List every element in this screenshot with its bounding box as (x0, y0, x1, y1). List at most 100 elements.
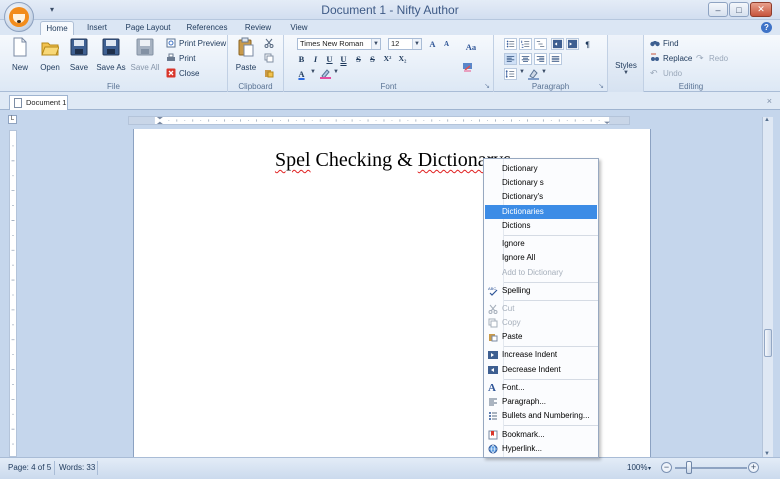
align-left-icon[interactable] (504, 53, 517, 65)
close-button[interactable]: ✕ (750, 2, 772, 17)
add-to-dictionary-item[interactable]: Add to Dictionary (485, 266, 597, 280)
horizontal-ruler[interactable] (128, 116, 630, 125)
align-center-icon[interactable] (519, 53, 532, 65)
print-preview-button[interactable]: Print Preview (166, 38, 226, 48)
chevron-down-icon[interactable]: ▾ (648, 465, 651, 472)
change-case-button[interactable]: Aa (461, 41, 481, 53)
chevron-down-icon[interactable]: ▼ (519, 69, 525, 75)
group-paragraph-label: Paragraph (531, 82, 570, 91)
suggestion-dictionarys-apostrophe[interactable]: Dictionary's (485, 190, 597, 204)
double-underline-button[interactable]: U (337, 53, 350, 65)
bullets-numbering-item[interactable]: Bullets and Numbering... (485, 409, 597, 423)
cut-icon[interactable] (264, 38, 274, 48)
open-button[interactable]: Open (36, 37, 64, 72)
minimize-button[interactable]: – (708, 2, 728, 17)
increase-indent-item[interactable]: Increase Indent (485, 348, 597, 362)
italic-button[interactable]: I (309, 53, 322, 65)
shading-icon[interactable] (527, 68, 540, 80)
print-button[interactable]: Print (166, 53, 195, 63)
shrink-font-button[interactable]: A (440, 38, 453, 50)
scrollbar-thumb[interactable] (764, 329, 772, 357)
save-button[interactable]: Save (65, 37, 93, 72)
vertical-scrollbar[interactable]: ▲ ▼ (762, 117, 773, 457)
maximize-button[interactable]: □ (729, 2, 749, 17)
save-as-button[interactable]: Save As (96, 37, 126, 72)
grow-font-button[interactable]: A (426, 38, 439, 50)
paste-item[interactable]: Paste (485, 330, 597, 344)
show-formatting-marks-icon[interactable]: ¶ (581, 38, 594, 50)
redo-button[interactable]: ↷ Redo (696, 53, 728, 63)
tab-review[interactable]: Review (242, 21, 274, 35)
increase-indent-icon[interactable] (566, 38, 579, 50)
zoom-level[interactable]: 100% (627, 463, 647, 472)
cut-item[interactable]: Cut (485, 302, 597, 316)
bookmark-label: Bookmark... (502, 430, 545, 439)
replace-button[interactable]: Replace (650, 53, 692, 63)
paragraph-item[interactable]: Paragraph... (485, 395, 597, 409)
group-font: Times New Roman ▼ 12 ▼ A A Aa B I U U S … (284, 35, 494, 92)
bullet-list-icon[interactable] (504, 38, 517, 50)
suggestion-dictionary-s[interactable]: Dictionary s (485, 176, 597, 190)
tab-references[interactable]: References (184, 21, 230, 35)
new-button[interactable]: New (6, 37, 34, 72)
bold-button[interactable]: B (295, 53, 308, 65)
undo-button[interactable]: ↶ Undo (650, 68, 682, 78)
replace-label: Replace (663, 53, 693, 63)
find-button[interactable]: Find (650, 38, 679, 48)
zoom-in-button[interactable]: + (748, 462, 759, 473)
chevron-down-icon[interactable]: ▼ (310, 69, 316, 75)
justify-icon[interactable] (549, 53, 562, 65)
ignore-all-item[interactable]: Ignore All (485, 251, 597, 265)
ignore-item[interactable]: Ignore (485, 237, 597, 251)
decrease-indent-item[interactable]: Decrease Indent (485, 363, 597, 377)
zoom-slider-thumb[interactable] (686, 461, 692, 474)
help-icon[interactable]: ? (761, 22, 772, 33)
font-color-button[interactable]: A (295, 68, 308, 80)
suggestion-dictionaries[interactable]: Dictionaries (485, 205, 597, 219)
suggestion-dictions[interactable]: Dictions (485, 219, 597, 233)
tab-insert[interactable]: Insert (80, 21, 114, 35)
app-menu-button[interactable] (4, 2, 34, 32)
numbered-list-icon[interactable] (519, 38, 532, 50)
clear-formatting-icon[interactable] (462, 62, 473, 73)
save-all-button[interactable]: Save All (130, 37, 160, 72)
font-dialog-launcher[interactable]: ↘ (484, 82, 490, 90)
zoom-out-button[interactable]: − (661, 462, 672, 473)
font-family-select[interactable]: Times New Roman ▼ (297, 38, 381, 50)
spelling-item[interactable]: ABC Spelling (485, 284, 597, 298)
font-size-select[interactable]: 12 ▼ (388, 38, 422, 50)
align-right-icon[interactable] (534, 53, 547, 65)
tab-document-1[interactable]: Document 1 (9, 95, 68, 110)
chevron-down-icon[interactable]: ▼ (333, 69, 339, 75)
copy-item[interactable]: Copy (485, 316, 597, 330)
highlight-icon[interactable] (320, 69, 331, 79)
tab-stop-selector[interactable]: L (8, 115, 17, 124)
paste-special-icon[interactable] (264, 68, 274, 78)
copy-icon[interactable] (264, 53, 274, 63)
subscript-button[interactable]: X₂ (396, 53, 409, 65)
redo-icon: ↷ (696, 53, 704, 63)
line-spacing-icon[interactable] (504, 68, 517, 80)
scroll-up-icon[interactable]: ▲ (764, 117, 770, 123)
tab-view[interactable]: View (286, 21, 312, 35)
tab-home[interactable]: Home (40, 21, 74, 35)
decrease-indent-icon[interactable] (551, 38, 564, 50)
paste-button[interactable]: Paste (232, 37, 260, 72)
group-styles[interactable]: Styles ▼ (608, 35, 644, 92)
superscript-button[interactable]: X² (381, 53, 394, 65)
misspelled-word-spel[interactable]: Spel (275, 149, 311, 171)
close-document-button[interactable]: Close (166, 68, 199, 78)
strikethrough-button[interactable]: S (352, 53, 365, 65)
multilevel-list-icon[interactable] (534, 38, 547, 50)
font-item[interactable]: A Font... (485, 381, 597, 395)
close-tab-icon[interactable]: × (767, 96, 772, 106)
underline-button[interactable]: U (323, 53, 336, 65)
hyperlink-item[interactable]: Hyperlink... (485, 442, 597, 456)
paragraph-dialog-launcher[interactable]: ↘ (598, 82, 604, 90)
chevron-down-icon[interactable]: ▼ (541, 69, 547, 75)
bookmark-item[interactable]: Bookmark... (485, 428, 597, 442)
double-strikethrough-button[interactable]: S (366, 53, 379, 65)
tab-page-layout[interactable]: Page Layout (124, 21, 172, 35)
suggestion-dictionary[interactable]: Dictionary (485, 162, 597, 176)
vertical-ruler[interactable] (9, 130, 17, 457)
